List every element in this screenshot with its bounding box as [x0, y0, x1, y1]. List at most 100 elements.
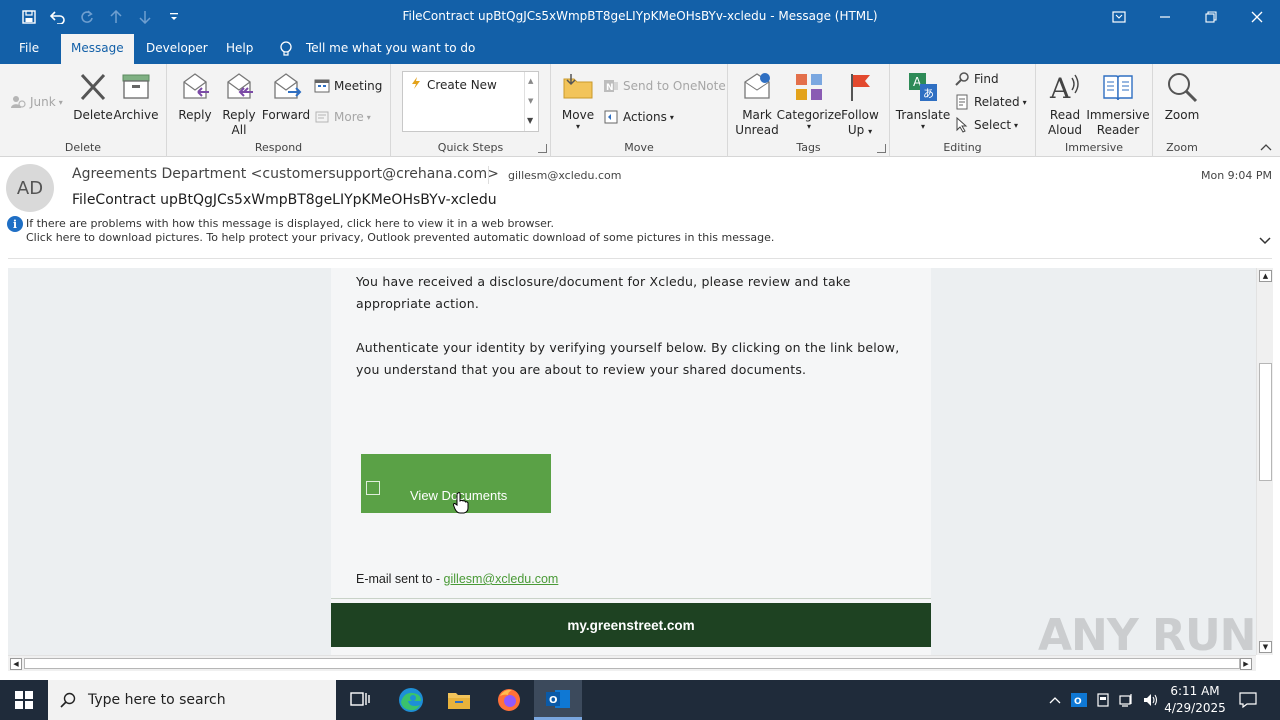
translate-button[interactable]: Aあ Translate ▾	[896, 70, 950, 131]
immersive-reader-button[interactable]: Immersive Reader	[1086, 70, 1150, 138]
group-label-respond: Respond	[254, 141, 303, 154]
sender[interactable]: Agreements Department <customersupport@c…	[72, 166, 499, 182]
dialog-launcher-icon[interactable]	[877, 144, 886, 153]
more-respond-button[interactable]: More ▾	[314, 109, 371, 125]
file-explorer-icon[interactable]	[435, 680, 483, 720]
down-arrow-icon[interactable]	[130, 0, 159, 34]
related-button[interactable]: Related ▾	[954, 94, 1027, 110]
message-header: AD Agreements Department <customersuppor…	[0, 158, 1280, 260]
mark-unread-button[interactable]: Mark Unread	[734, 70, 780, 138]
search-placeholder: Type here to search	[88, 692, 226, 708]
save-icon[interactable]	[14, 0, 43, 34]
delete-button[interactable]: Delete	[73, 70, 113, 123]
redo-icon[interactable]	[72, 0, 101, 34]
network-icon[interactable]	[1117, 680, 1137, 720]
quick-steps-scroll[interactable]: ▲ ▼ ▼	[524, 72, 538, 131]
tab-file[interactable]: File	[9, 34, 49, 64]
group-zoom: Zoom Zoom	[1153, 64, 1211, 157]
send-to-onenote-button[interactable]: N Send to OneNote	[603, 78, 726, 94]
avatar: AD	[6, 164, 54, 212]
taskbar-clock[interactable]: 6:11 AM 4/29/2025	[1160, 683, 1230, 717]
volume-icon[interactable]	[1141, 680, 1161, 720]
chevron-down-icon: ▾	[868, 127, 873, 136]
tab-help[interactable]: Help	[216, 34, 263, 64]
dialog-launcher-icon[interactable]	[538, 144, 547, 153]
hand-cursor-icon	[452, 492, 469, 514]
device-icon[interactable]	[1093, 680, 1113, 720]
group-label-delete: Delete	[64, 141, 102, 154]
actions-button[interactable]: Actions ▾	[603, 109, 674, 125]
minimize-icon[interactable]	[1142, 0, 1188, 34]
chevron-down-icon: ▾	[575, 122, 580, 131]
onenote-icon: N	[603, 78, 619, 94]
scroll-up-icon[interactable]: ▲	[1259, 270, 1272, 282]
expand-gallery-icon[interactable]: ▼	[527, 116, 533, 125]
reply-icon	[178, 70, 212, 104]
scroll-down-icon[interactable]: ▼	[528, 97, 533, 105]
firefox-icon[interactable]	[485, 680, 533, 720]
taskbar-search[interactable]: Type here to search	[48, 680, 336, 720]
tell-me-search[interactable]: Tell me what you want to do	[296, 34, 485, 64]
reply-all-button[interactable]: Reply All	[221, 70, 257, 138]
categorize-button[interactable]: Categorize ▾	[777, 70, 841, 131]
move-button[interactable]: Move ▾	[561, 70, 595, 131]
find-icon	[954, 71, 970, 87]
select-button[interactable]: Select ▾	[954, 116, 1018, 133]
window-title: FileContract upBtQgJCs5xWmpBT8geLIYpKMeO…	[402, 9, 878, 23]
scroll-up-icon[interactable]: ▲	[528, 77, 533, 85]
edge-browser-icon[interactable]	[387, 680, 435, 720]
group-label-quick-steps: Quick Steps	[437, 141, 504, 154]
zoom-button[interactable]: Zoom	[1163, 70, 1201, 123]
subject: FileContract upBtQgJCs5xWmpBT8geLIYpKMeO…	[72, 192, 497, 208]
flag-icon	[843, 70, 877, 104]
task-view-icon[interactable]	[336, 680, 384, 720]
scroll-thumb[interactable]	[1259, 363, 1272, 481]
follow-up-button[interactable]: Follow Up ▾	[840, 70, 880, 139]
meeting-button[interactable]: Meeting	[314, 78, 382, 94]
move-folder-icon	[561, 70, 595, 104]
sent-to-email-link[interactable]: gillesm@xcledu.com	[444, 572, 559, 586]
junk-icon	[10, 94, 26, 110]
windows-start-button[interactable]	[0, 680, 48, 720]
forward-button[interactable]: Forward	[262, 70, 310, 123]
chevron-down-icon[interactable]	[1258, 234, 1272, 248]
tab-developer[interactable]: Developer	[136, 34, 218, 64]
footer-domain: my.greenstreet.com	[567, 617, 695, 633]
read-aloud-button[interactable]: A Read Aloud	[1044, 70, 1086, 138]
chevron-down-icon: ▾	[669, 112, 674, 122]
email-content: You have received a disclosure/document …	[331, 268, 931, 655]
outlook-taskbar-icon[interactable]: O	[534, 680, 582, 720]
find-button[interactable]: Find	[954, 71, 999, 87]
ribbon: Junk ▾ Delete Archive Delete Reply Reply…	[0, 64, 1280, 157]
junk-button[interactable]: Junk ▾	[10, 94, 63, 110]
scroll-down-icon[interactable]: ▼	[1259, 641, 1272, 653]
svg-text:N: N	[606, 83, 614, 93]
forward-icon	[269, 70, 303, 104]
scroll-left-icon[interactable]: ◀	[10, 658, 22, 670]
ribbon-tabs: File Message Developer Help Tell me what…	[0, 34, 1280, 64]
lightbulb-icon	[278, 40, 294, 58]
undo-icon[interactable]	[43, 0, 72, 34]
ribbon-display-options-icon[interactable]	[1096, 0, 1142, 34]
quick-step-create-new[interactable]: Create New	[411, 77, 497, 92]
infobar-view-in-browser[interactable]: If there are problems with how this mess…	[26, 217, 554, 230]
restore-icon[interactable]	[1188, 0, 1234, 34]
notifications-icon[interactable]	[1235, 680, 1261, 720]
archive-button[interactable]: Archive	[114, 70, 158, 123]
collapse-ribbon-icon[interactable]	[1260, 143, 1272, 154]
lightning-icon	[411, 77, 421, 92]
vertical-scrollbar[interactable]: ▲ ▼	[1256, 268, 1273, 655]
customize-qat-icon[interactable]	[159, 0, 188, 34]
reply-button[interactable]: Reply	[177, 70, 213, 123]
close-icon[interactable]	[1234, 0, 1280, 34]
outlook-tray-icon[interactable]: O	[1069, 680, 1089, 720]
clock-date: 4/29/2025	[1164, 701, 1226, 715]
infobar-download-pictures[interactable]: Click here to download pictures. To help…	[26, 231, 774, 244]
recipient[interactable]: gillesm@xcledu.com	[508, 169, 622, 182]
body-paragraph-1: You have received a disclosure/document …	[356, 274, 851, 311]
quick-steps-gallery[interactable]: Create New ▲ ▼ ▼	[402, 71, 539, 132]
show-hidden-icons-icon[interactable]	[1045, 680, 1065, 720]
group-label-move: Move	[624, 141, 654, 154]
up-arrow-icon[interactable]	[101, 0, 130, 34]
tab-message[interactable]: Message	[61, 34, 134, 64]
